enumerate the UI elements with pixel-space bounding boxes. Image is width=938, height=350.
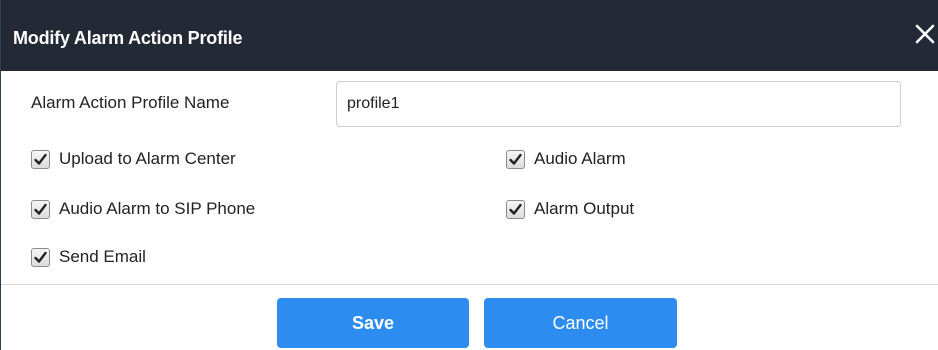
cancel-button[interactable]: Cancel — [484, 298, 677, 348]
checkbox-label: Audio Alarm to SIP Phone — [59, 199, 256, 218]
dialog-title: Modify Alarm Action Profile — [13, 28, 243, 48]
upload-to-alarm-center-checkbox[interactable]: Upload to Alarm Center — [31, 149, 236, 169]
checkbox-checked-icon[interactable] — [506, 149, 525, 169]
checkbox-label: Alarm Output — [534, 199, 635, 218]
close-icon[interactable] — [913, 22, 937, 46]
modify-alarm-action-profile-dialog: Modify Alarm Action Profile Alarm Action… — [0, 0, 938, 350]
save-button[interactable]: Save — [277, 298, 469, 348]
checkbox-label: Upload to Alarm Center — [59, 149, 236, 168]
checkbox-label: Send Email — [59, 247, 146, 266]
audio-alarm-to-sip-phone-checkbox[interactable]: Audio Alarm to SIP Phone — [31, 199, 255, 219]
audio-alarm-checkbox[interactable]: Audio Alarm — [506, 149, 626, 169]
checkbox-checked-icon[interactable] — [31, 247, 50, 267]
alarm-output-checkbox[interactable]: Alarm Output — [506, 199, 634, 219]
profile-name-label: Alarm Action Profile Name — [31, 93, 230, 112]
checkbox-checked-icon[interactable] — [506, 199, 525, 219]
footer-divider — [1, 284, 938, 285]
checkbox-checked-icon[interactable] — [31, 149, 50, 169]
send-email-checkbox[interactable]: Send Email — [31, 247, 146, 267]
checkbox-label: Audio Alarm — [534, 149, 626, 168]
profile-name-input[interactable] — [336, 81, 901, 127]
dialog-titlebar: Modify Alarm Action Profile — [1, 0, 938, 71]
checkbox-checked-icon[interactable] — [31, 199, 50, 219]
